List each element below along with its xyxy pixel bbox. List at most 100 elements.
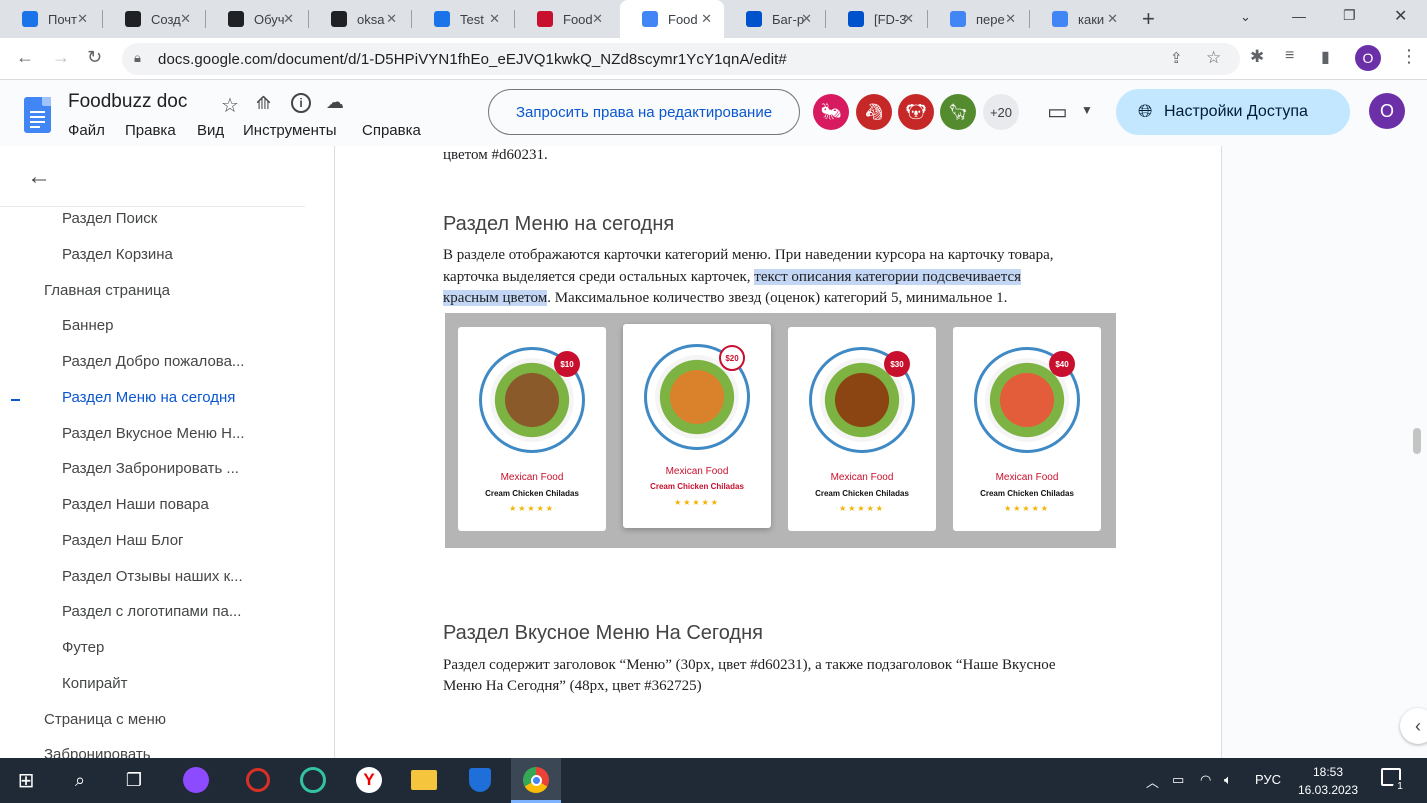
more-collaborators-badge[interactable]: +20 <box>983 94 1019 130</box>
wifi-icon[interactable]: ◠ <box>1200 772 1211 788</box>
meet-dropdown-icon[interactable]: ▼ <box>1081 103 1093 117</box>
tray-expand-icon[interactable]: ︿ <box>1146 772 1159 791</box>
app-green-icon[interactable] <box>297 764 329 796</box>
task-view-icon[interactable]: ❐ <box>118 764 150 796</box>
outline-item[interactable]: Раздел Меню на сегодня <box>62 389 235 406</box>
outline-item[interactable]: Главная страница <box>44 282 170 299</box>
close-tab-icon[interactable]: ✕ <box>180 11 191 27</box>
outline-item[interactable]: Баннер <box>62 317 113 334</box>
move-to-drive-icon[interactable]: ⟰ <box>256 93 271 114</box>
minimize-button[interactable]: — <box>1292 8 1306 24</box>
media-icon[interactable]: ≡ <box>1285 47 1294 65</box>
section2-line1[interactable]: Раздел содержит заголовок “Меню” (30px, … <box>443 655 1056 676</box>
section2-line2[interactable]: Меню На Сегодня” (48px, цвет #362725) <box>443 676 702 697</box>
tab-search-icon[interactable]: ⌄ <box>1240 9 1251 25</box>
outline-item[interactable]: Раздел Забронировать ... <box>62 460 239 477</box>
document-canvas[interactable]: цветом #d60231. Раздел Меню на сегодня В… <box>336 146 1427 758</box>
browser-tab[interactable]: Созд ✕ <box>103 0 203 38</box>
url-text[interactable]: docs.google.com/document/d/1-D5HPiVYN1fh… <box>158 51 787 68</box>
close-tab-icon[interactable]: ✕ <box>903 11 914 27</box>
menu-cards-image[interactable]: $10 Mexican Food Cream Chicken Chiladas ★★★… <box>445 313 1116 548</box>
close-tab-icon[interactable]: ✕ <box>1005 11 1016 27</box>
language-indicator[interactable]: РУС <box>1255 772 1281 787</box>
section1-line2-text[interactable]: карточка выделяется среди остальных карт… <box>443 269 754 285</box>
app-red-icon[interactable] <box>242 764 274 796</box>
outline-item[interactable]: Копирайт <box>62 675 128 692</box>
security-shield-icon[interactable] <box>464 764 496 796</box>
browser-tab[interactable]: Food ✕ <box>620 0 724 38</box>
forward-arrow-icon[interactable]: → <box>52 47 70 68</box>
windows-start-icon[interactable]: ⊞ <box>10 764 42 796</box>
document-status-icon[interactable]: i <box>291 93 311 113</box>
browser-tab[interactable]: пере ✕ <box>928 0 1028 38</box>
back-arrow-icon[interactable]: ← <box>16 47 34 68</box>
close-tab-icon[interactable]: ✕ <box>801 11 812 27</box>
selected-text[interactable]: текст описания категории подсвечивается <box>754 269 1022 285</box>
user-avatar[interactable]: O <box>1369 93 1405 129</box>
new-tab-button[interactable]: + <box>1142 6 1155 32</box>
close-tab-icon[interactable]: ✕ <box>386 11 397 27</box>
volume-icon[interactable]: 🔈︎ <box>1224 772 1232 788</box>
menu-item[interactable]: Инструменты <box>243 122 337 139</box>
browser-tab[interactable]: Почт ✕ <box>0 0 100 38</box>
close-tab-icon[interactable]: ✕ <box>489 11 500 27</box>
search-icon[interactable]: ⌕ <box>64 764 96 796</box>
close-tab-icon[interactable]: ✕ <box>77 11 88 27</box>
taskbar-clock[interactable]: 18:53 16.03.2023 <box>1290 763 1366 799</box>
omnibox[interactable]: 🔒︎ docs.google.com/document/d/1-D5HPiVYN… <box>122 43 1240 75</box>
menu-item[interactable]: Файл <box>68 122 105 139</box>
outline-item[interactable]: Забронировать <box>44 746 151 758</box>
close-tab-icon[interactable]: ✕ <box>1107 11 1118 27</box>
side-panel-icon[interactable]: ▮ <box>1321 47 1330 67</box>
menu-item[interactable]: Вид <box>197 122 224 139</box>
close-tab-icon[interactable]: ✕ <box>283 11 294 27</box>
browser-tab[interactable]: Test ✕ <box>412 0 512 38</box>
chrome-menu-icon[interactable]: ⋮ <box>1400 46 1418 67</box>
maximize-button[interactable]: ❐ <box>1343 7 1356 24</box>
previous-paragraph-tail[interactable]: цветом #d60231. <box>443 146 548 166</box>
close-window-button[interactable]: ✕ <box>1394 6 1407 26</box>
document-page[interactable]: цветом #d60231. Раздел Меню на сегодня В… <box>336 146 1222 758</box>
section1-line3[interactable]: красным цветом. Максимальное количество … <box>443 288 1007 309</box>
close-tab-icon[interactable]: ✕ <box>592 11 603 27</box>
browser-tab[interactable]: oksa ✕ <box>309 0 409 38</box>
profile-avatar[interactable]: O <box>1355 45 1381 71</box>
outline-item[interactable]: Страница с меню <box>44 711 166 728</box>
bookmark-star-icon[interactable]: ☆ <box>1206 48 1221 68</box>
browser-tab[interactable]: Обуч ✕ <box>206 0 306 38</box>
alice-assistant-icon[interactable] <box>180 764 212 796</box>
menu-item[interactable]: Правка <box>125 122 176 139</box>
browser-tab[interactable]: каки ✕ <box>1030 0 1130 38</box>
meet-camera-icon[interactable]: ▭ <box>1047 99 1068 125</box>
selected-text-continued[interactable]: красным цветом <box>443 290 548 306</box>
collaborator-avatar-zebra[interactable]: 🦓︎ <box>856 94 892 130</box>
menu-item[interactable]: Справка <box>362 122 421 139</box>
document-title[interactable]: Foodbuzz doc <box>68 91 187 113</box>
browser-tab[interactable]: [FD-3 ✕ <box>826 0 926 38</box>
outline-item[interactable]: Раздел Отзывы наших к... <box>62 568 243 585</box>
cloud-saved-icon[interactable]: ☁ <box>326 92 344 113</box>
outline-item[interactable]: Раздел с логотипами па... <box>62 603 241 620</box>
share-settings-button[interactable]: 🌐︎ Настройки Доступа <box>1116 89 1350 135</box>
share-page-icon[interactable]: ⇪ <box>1170 49 1183 67</box>
outline-item[interactable]: Раздел Наш Блог <box>62 532 184 549</box>
section1-line1[interactable]: В разделе отображаются карточки категори… <box>443 245 1054 266</box>
star-icon[interactable]: ☆ <box>221 93 239 118</box>
outline-item[interactable]: Футер <box>62 639 104 656</box>
collaborator-avatar-llama[interactable]: 🦙︎ <box>940 94 976 130</box>
outline-item[interactable]: Раздел Поиск <box>62 210 157 227</box>
reload-icon[interactable]: ↻ <box>87 47 102 68</box>
outline-item[interactable]: Раздел Корзина <box>62 246 173 263</box>
browser-tab[interactable]: Баг-р ✕ <box>724 0 824 38</box>
vertical-scrollbar-thumb[interactable] <box>1413 428 1421 454</box>
chrome-icon[interactable] <box>520 764 552 796</box>
outline-item[interactable]: Раздел Добро пожалова... <box>62 353 244 370</box>
browser-tab[interactable]: Food ✕ <box>515 0 615 38</box>
close-tab-icon[interactable]: ✕ <box>701 11 712 27</box>
collaborator-avatar-koala[interactable]: 🐨︎ <box>898 94 934 130</box>
section-heading-menu-today[interactable]: Раздел Меню на сегодня <box>443 213 674 236</box>
file-explorer-icon[interactable] <box>408 764 440 796</box>
battery-icon[interactable]: ▭ <box>1172 772 1184 788</box>
section1-line2[interactable]: карточка выделяется среди остальных карт… <box>443 267 1022 288</box>
extensions-icon[interactable]: ✱ <box>1250 47 1264 67</box>
